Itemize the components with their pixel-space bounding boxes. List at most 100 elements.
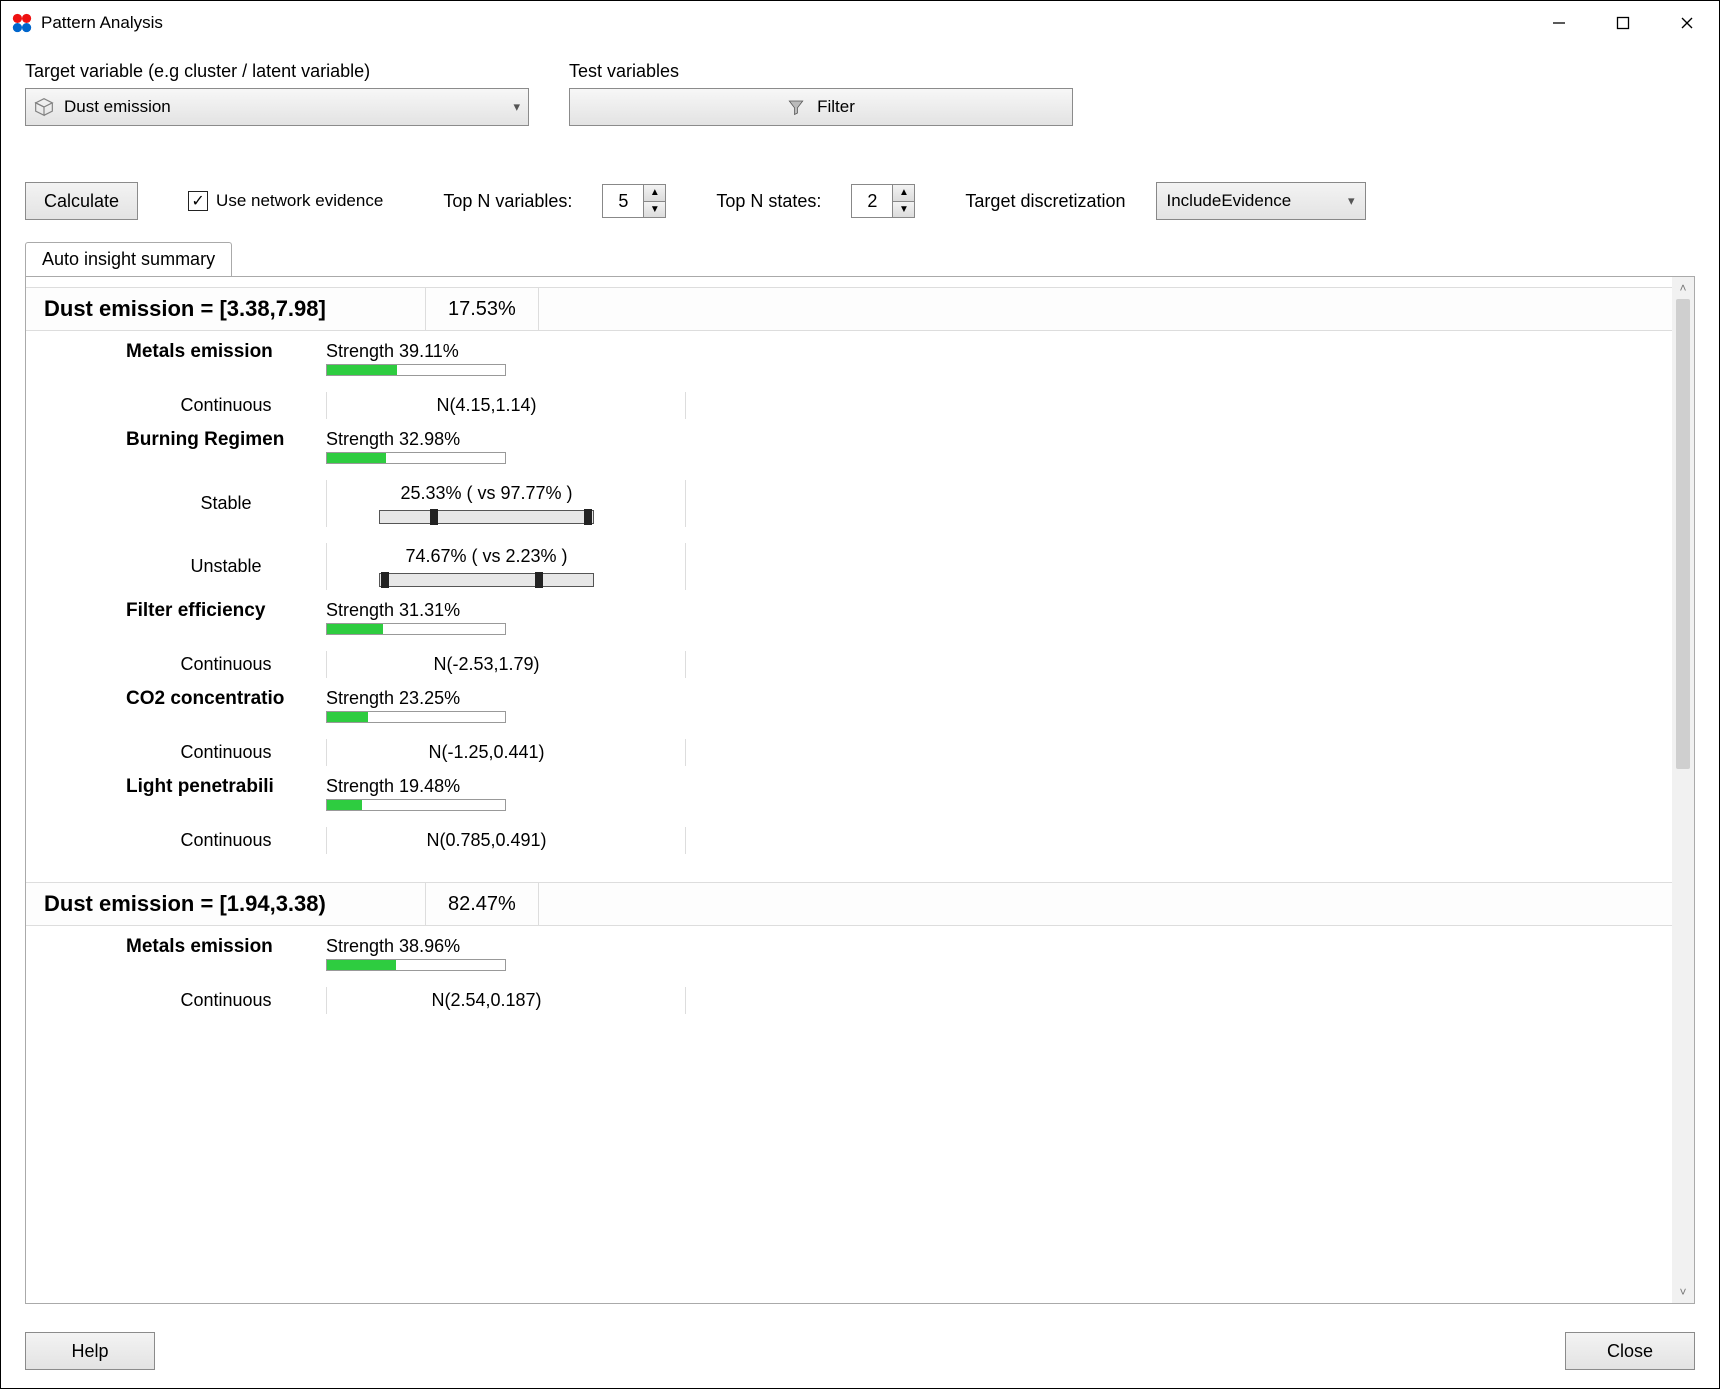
variable-name: Filter efficiency — [126, 600, 326, 622]
state-row: Continuous N(0.785,0.491) — [126, 827, 686, 854]
top-n-variables-value[interactable]: 5 — [603, 185, 643, 217]
help-button-label: Help — [71, 1341, 108, 1362]
cluster-title: Dust emission = [3.38,7.98] — [26, 288, 426, 330]
maximize-button[interactable] — [1591, 1, 1655, 45]
variable-name: Metals emission — [126, 341, 326, 363]
state-row: Stable 25.33% ( vs 97.77% ) — [126, 480, 686, 527]
title-bar: Pattern Analysis — [1, 1, 1719, 45]
tab-auto-insight-summary[interactable]: Auto insight summary — [25, 242, 232, 276]
strength-label: Strength 38.96% — [326, 936, 506, 957]
state-row: Continuous N(2.54,0.187) — [126, 987, 686, 1014]
strength-label: Strength 23.25% — [326, 688, 506, 709]
variable-block: Light penetrabiliStrength 19.48%Continuo… — [126, 776, 1672, 854]
top-n-variables-spinner[interactable]: 5 ▲ ▼ — [602, 184, 666, 218]
target-discretization-label: Target discretization — [965, 191, 1125, 212]
state-label: Continuous — [126, 395, 326, 416]
variable-strength: Strength 32.98% — [326, 429, 506, 464]
state-label: Continuous — [126, 990, 326, 1011]
close-button-label: Close — [1607, 1341, 1653, 1362]
target-discretization-value: IncludeEvidence — [1167, 191, 1292, 211]
variable-strength: Strength 39.11% — [326, 341, 506, 376]
test-variables-label: Test variables — [569, 61, 1073, 82]
spinner-down-icon[interactable]: ▼ — [643, 201, 665, 218]
minimize-button[interactable] — [1527, 1, 1591, 45]
strength-label: Strength 31.31% — [326, 600, 506, 621]
target-variable-combo[interactable]: Dust emission ▾ — [25, 88, 529, 126]
variable-name: Burning Regimen — [126, 429, 326, 451]
scrollbar-thumb[interactable] — [1676, 299, 1690, 769]
variable-name: CO2 concentratio — [126, 688, 326, 710]
target-discretization-combo[interactable]: IncludeEvidence ▾ — [1156, 182, 1366, 220]
variable-block: Filter efficiencyStrength 31.31% Continuo… — [126, 600, 1672, 678]
state-label: Continuous — [126, 742, 326, 763]
variable-strength: Strength 38.96% — [326, 936, 506, 971]
calculate-button[interactable]: Calculate — [25, 182, 138, 220]
state-label: Stable — [126, 493, 326, 514]
cluster-percent: 17.53% — [426, 288, 539, 330]
state-row: Continuous N(-2.53,1.79) — [126, 651, 686, 678]
state-value: N(4.15,1.14) — [436, 395, 536, 416]
variable-strength: Strength 23.25% — [326, 688, 506, 723]
variable-strength: Strength 19.48% — [326, 776, 506, 811]
cluster-header: Dust emission = [1.94,3.38)82.47% — [26, 882, 1672, 926]
app-icon — [11, 12, 33, 34]
strength-label: Strength 32.98% — [326, 429, 506, 450]
target-variable-label: Target variable (e.g cluster / latent va… — [25, 61, 529, 82]
cluster-percent: 82.47% — [426, 883, 539, 925]
scrollbar[interactable]: ˄ ˅ — [1672, 277, 1694, 1303]
variable-block: Burning RegimenStrength 32.98% Stable 25.3… — [126, 429, 1672, 590]
use-network-evidence-checkbox[interactable]: ✓ Use network evidence — [188, 191, 383, 211]
strength-label: Strength 39.11% — [326, 341, 506, 362]
top-n-states-spinner[interactable]: 2 ▲ ▼ — [851, 184, 915, 218]
variable-block: Metals emissionStrength 38.96% Continuous… — [126, 936, 1672, 1014]
use-network-evidence-label: Use network evidence — [216, 191, 383, 211]
state-row: Continuous N(4.15,1.14) — [126, 392, 686, 419]
spinner-up-icon[interactable]: ▲ — [892, 185, 914, 201]
state-label: Unstable — [126, 556, 326, 577]
state-bar — [379, 573, 594, 587]
top-n-states-value[interactable]: 2 — [852, 185, 892, 217]
help-button[interactable]: Help — [25, 1332, 155, 1370]
strength-bar — [326, 623, 506, 635]
state-value: N(0.785,0.491) — [426, 830, 546, 851]
state-row: Continuous N(-1.25,0.441) — [126, 739, 686, 766]
state-value: 74.67% ( vs 2.23% ) — [405, 546, 567, 567]
state-label: Continuous — [126, 654, 326, 675]
top-n-states-label: Top N states: — [716, 191, 821, 212]
state-value: N(-2.53,1.79) — [433, 654, 539, 675]
cluster-title: Dust emission = [1.94,3.38) — [26, 883, 426, 925]
chevron-down-icon: ▾ — [513, 99, 520, 115]
close-window-button[interactable] — [1655, 1, 1719, 45]
filter-button[interactable]: Filter — [569, 88, 1073, 126]
spinner-down-icon[interactable]: ▼ — [892, 201, 914, 218]
insight-scroll-area: Dust emission = [3.38,7.98]17.53% Metals … — [26, 277, 1672, 1303]
state-label: Continuous — [126, 830, 326, 851]
strength-bar — [326, 364, 506, 376]
strength-bar — [326, 452, 506, 464]
funnel-icon — [787, 98, 805, 116]
target-variable-value: Dust emission — [64, 97, 171, 117]
strength-bar — [326, 799, 506, 811]
variable-name: Light penetrabili — [126, 776, 326, 798]
scroll-up-icon[interactable]: ˄ — [1672, 277, 1694, 299]
variable-block: CO2 concentratioStrength 23.25% Continuou… — [126, 688, 1672, 766]
close-button[interactable]: Close — [1565, 1332, 1695, 1370]
cube-icon — [34, 97, 54, 117]
state-value: N(2.54,0.187) — [431, 990, 541, 1011]
state-value: N(-1.25,0.441) — [428, 742, 544, 763]
state-value: 25.33% ( vs 97.77% ) — [400, 483, 572, 504]
filter-button-label: Filter — [817, 97, 855, 117]
variable-name: Metals emission — [126, 936, 326, 958]
checkbox-icon: ✓ — [188, 191, 208, 211]
strength-bar — [326, 711, 506, 723]
strength-bar — [326, 959, 506, 971]
window-title: Pattern Analysis — [41, 13, 163, 33]
calculate-button-label: Calculate — [44, 191, 119, 212]
tab-label: Auto insight summary — [42, 249, 215, 269]
cluster-header: Dust emission = [3.38,7.98]17.53% — [26, 287, 1672, 331]
scroll-down-icon[interactable]: ˅ — [1672, 1281, 1694, 1303]
chevron-down-icon: ▾ — [1348, 193, 1355, 209]
variable-block: Metals emissionStrength 39.11% Continuous… — [126, 341, 1672, 419]
spinner-up-icon[interactable]: ▲ — [643, 185, 665, 201]
state-row: Unstable 74.67% ( vs 2.23% ) — [126, 543, 686, 590]
